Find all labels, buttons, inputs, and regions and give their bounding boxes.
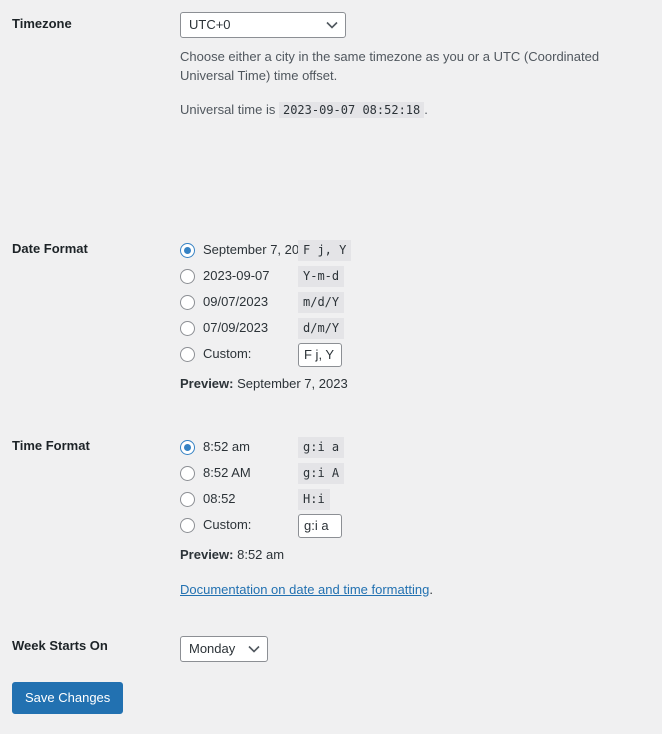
documentation-link-suffix: . (429, 581, 433, 597)
settings-row-date-format: Date Format September 7, 2023 F j, Y 202… (0, 135, 662, 418)
time-format-preview-label: Preview: (180, 547, 234, 563)
settings-table: Timezone UTC+0 Choose either a city in t… (0, 0, 662, 674)
radio-icon (180, 466, 195, 482)
radio-icon (180, 269, 195, 285)
time-format-field-cell: 8:52 am g:i a 8:52 AM g:i A 08:52 H:i Cu… (180, 418, 662, 623)
date-format-option-label: 2023-09-07 (203, 268, 270, 284)
submit-area: Save Changes (0, 674, 662, 734)
date-format-custom-label: Custom: (203, 346, 252, 362)
time-format-code: g:i a (298, 437, 345, 459)
date-format-custom-row: Custom: (180, 342, 652, 367)
date-format-option-row: September 7, 2023 F j, Y (180, 239, 652, 262)
time-format-option-label: 08:52 (203, 491, 236, 507)
date-format-radio-3[interactable]: 07/09/2023 (180, 320, 298, 337)
radio-icon (180, 243, 195, 259)
time-format-custom-row: Custom: (180, 513, 652, 538)
date-format-preview-value: September 7, 2023 (237, 376, 348, 392)
timezone-select[interactable]: UTC+0 (180, 12, 346, 38)
week-start-field-cell: Monday (180, 624, 662, 674)
radio-icon (180, 295, 195, 311)
date-format-code: Y-m-d (298, 266, 345, 288)
time-format-radio-custom[interactable]: Custom: (180, 517, 298, 534)
date-format-custom-input[interactable] (298, 342, 342, 367)
time-format-radio-1[interactable]: 8:52 AM (180, 465, 298, 482)
radio-icon (180, 440, 195, 456)
date-time-settings-form: Timezone UTC+0 Choose either a city in t… (0, 0, 662, 714)
timezone-label: Timezone (12, 16, 72, 31)
time-format-custom-label: Custom: (203, 517, 252, 533)
date-format-code: F j, Y (298, 240, 352, 262)
documentation-link-wrap: Documentation on date and time formattin… (180, 581, 652, 599)
time-format-option-label: 8:52 AM (203, 465, 251, 481)
date-format-label: Date Format (12, 241, 88, 257)
date-format-radio-2[interactable]: 09/07/2023 (180, 294, 298, 311)
time-format-custom-input[interactable] (298, 513, 342, 538)
time-format-radio-2[interactable]: 08:52 (180, 491, 298, 508)
radio-icon (180, 347, 195, 363)
documentation-link[interactable]: Documentation on date and time formattin… (180, 582, 429, 597)
date-format-preview: Preview: September 7, 2023 (180, 375, 652, 393)
settings-row-week-start: Week Starts On Monday (0, 624, 662, 674)
universal-time-prefix: Universal time is (180, 101, 276, 117)
universal-time-info: Universal time is 2023-09-07 08:52:18. (180, 100, 652, 120)
date-format-options: September 7, 2023 F j, Y 2023-09-07 Y-m-… (180, 239, 652, 406)
time-format-option-label: 8:52 am (203, 439, 250, 455)
timezone-select-value: UTC+0 (189, 17, 231, 32)
week-start-select[interactable]: Monday (180, 635, 268, 662)
timezone-field-cell: UTC+0 Choose either a city in the same t… (180, 0, 662, 135)
date-format-radio-0[interactable]: September 7, 2023 (180, 242, 314, 259)
radio-icon (180, 518, 195, 534)
time-format-option-row: 8:52 AM g:i A (180, 462, 652, 485)
date-format-preview-label: Preview: (180, 376, 234, 392)
time-format-preview-value: 8:52 am (237, 547, 285, 563)
week-start-select-value: Monday (189, 640, 236, 656)
time-format-option-row: 08:52 H:i (180, 488, 652, 511)
date-format-option-row: 09/07/2023 m/d/Y (180, 291, 652, 314)
date-format-option-label: 07/09/2023 (203, 320, 269, 336)
chevron-down-icon (326, 13, 338, 37)
time-format-code: H:i (298, 489, 330, 511)
time-format-option-row: 8:52 am g:i a (180, 436, 652, 459)
settings-row-timezone: Timezone UTC+0 Choose either a city in t… (0, 0, 662, 135)
time-format-code: g:i A (298, 463, 345, 485)
date-format-option-label: 09/07/2023 (203, 294, 269, 310)
chevron-down-icon (248, 637, 260, 661)
date-format-option-label: September 7, 2023 (203, 242, 314, 258)
universal-time-suffix: . (424, 101, 428, 117)
date-format-field-cell: September 7, 2023 F j, Y 2023-09-07 Y-m-… (180, 135, 662, 418)
save-changes-button[interactable]: Save Changes (12, 681, 124, 714)
date-format-code: m/d/Y (298, 292, 345, 314)
date-format-radio-1[interactable]: 2023-09-07 (180, 268, 298, 285)
time-format-label: Time Format (12, 438, 90, 454)
time-format-radio-0[interactable]: 8:52 am (180, 439, 298, 456)
radio-icon (180, 492, 195, 508)
week-start-label: Week Starts On (12, 637, 108, 653)
date-format-radio-custom[interactable]: Custom: (180, 346, 298, 363)
radio-icon (180, 321, 195, 337)
timezone-description: Choose either a city in the same timezon… (180, 49, 600, 83)
time-format-preview: Preview: 8:52 am (180, 546, 652, 564)
time-format-options: 8:52 am g:i a 8:52 AM g:i A 08:52 H:i Cu… (180, 436, 652, 611)
universal-time-value: 2023-09-07 08:52:18 (278, 101, 425, 118)
date-format-option-row: 07/09/2023 d/m/Y (180, 317, 652, 340)
date-format-option-row: 2023-09-07 Y-m-d (180, 265, 652, 288)
settings-row-time-format: Time Format 8:52 am g:i a 8:52 AM g:i A … (0, 418, 662, 623)
date-format-code: d/m/Y (298, 318, 345, 340)
